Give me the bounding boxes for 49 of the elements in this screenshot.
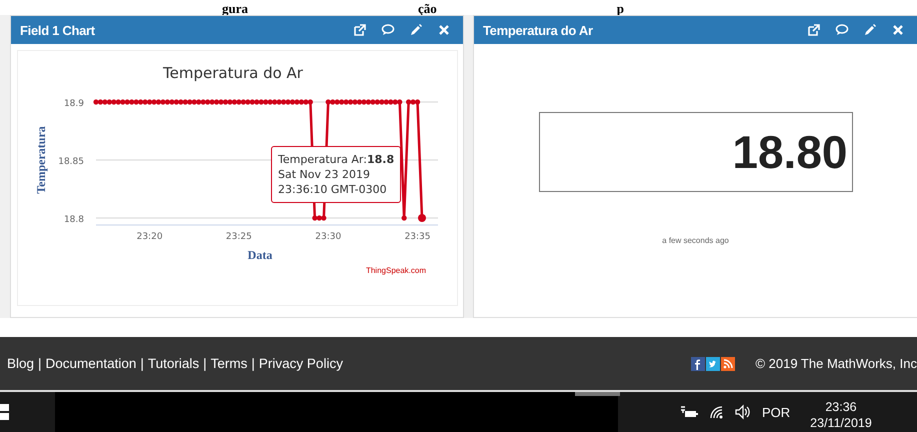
- separator: |: [251, 356, 255, 371]
- footer-link[interactable]: Privacy Policy: [258, 356, 343, 371]
- comment-icon[interactable]: [835, 23, 849, 37]
- panel-title: Field 1 Chart: [20, 22, 95, 38]
- close-icon[interactable]: [437, 23, 451, 37]
- separator: |: [38, 356, 42, 371]
- axis-tick-label: 23:25: [226, 232, 252, 242]
- panel-title: Temperatura do Ar: [483, 22, 593, 38]
- axis-title: Temperatura: [34, 126, 48, 194]
- copyright-text: © 2019 The MathWorks, Inc: [755, 356, 917, 371]
- footer-link[interactable]: Terms: [210, 356, 248, 371]
- close-icon[interactable]: [891, 23, 905, 37]
- axis-title: Data: [248, 248, 272, 262]
- external-link-icon[interactable]: [807, 23, 821, 37]
- comment-icon[interactable]: [381, 23, 395, 37]
- chart-title: Temperatura do Ar: [163, 64, 303, 82]
- axis-tick-label: 23:20: [136, 232, 163, 242]
- caption-text: ção: [418, 2, 437, 15]
- axis-tick-label: 23:35: [404, 232, 430, 242]
- tooltip-text: Sat Nov 23 2019: [278, 167, 371, 182]
- value-display: 18.80: [538, 112, 852, 192]
- windows-logo-icon[interactable]: [0, 402, 10, 422]
- separator: |: [203, 356, 207, 371]
- language-indicator[interactable]: POR: [762, 404, 790, 420]
- facebook-icon[interactable]: [691, 356, 706, 370]
- axis-tick-label: 23:30: [315, 232, 342, 242]
- battery-plug-icon[interactable]: [680, 405, 698, 419]
- pencil-icon[interactable]: [409, 23, 423, 37]
- footer-link[interactable]: Documentation: [46, 356, 136, 371]
- tooltip-text: Temperatura Ar:18.8: [278, 152, 394, 167]
- pencil-icon[interactable]: [863, 23, 877, 37]
- wifi-icon[interactable]: [708, 404, 724, 420]
- clock-date[interactable]: 23/11/2019: [810, 415, 872, 431]
- axis-tick-label: 18.85: [58, 157, 84, 167]
- footer-link[interactable]: Tutorials: [148, 356, 200, 371]
- separator: |: [140, 356, 144, 371]
- bird-icon[interactable]: [706, 356, 720, 370]
- axis-tick-label: 18.9: [64, 99, 84, 109]
- tooltip-text: 23:36:10 GMT-0300: [278, 182, 388, 197]
- speaker-icon[interactable]: [734, 404, 752, 420]
- updated-text: a few seconds ago: [662, 236, 729, 245]
- clock-time[interactable]: 23:36: [825, 399, 857, 415]
- credit-link[interactable]: ThingSpeak.com: [366, 266, 426, 275]
- rss-icon[interactable]: [721, 356, 736, 370]
- caption-text: gura: [222, 2, 248, 15]
- footer-link[interactable]: Blog: [7, 356, 34, 371]
- external-link-icon[interactable]: [353, 23, 367, 37]
- axis-tick-label: 18.8: [64, 215, 84, 225]
- caption-text: p: [616, 2, 624, 15]
